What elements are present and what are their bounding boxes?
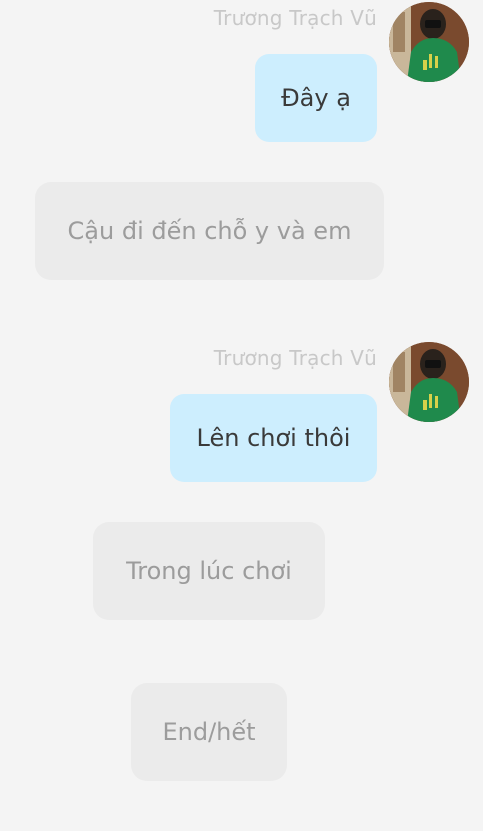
sender-name: Trương Trạch Vũ bbox=[213, 346, 377, 370]
choice-button[interactable]: End/hết bbox=[131, 683, 287, 781]
avatar-photo-icon bbox=[389, 342, 469, 422]
choice-button[interactable]: Trong lúc chơi bbox=[93, 522, 325, 620]
outgoing-message-bubble: Đây ạ bbox=[255, 54, 377, 142]
sender-name: Trương Trạch Vũ bbox=[213, 6, 377, 30]
choice-button[interactable]: Cậu đi đến chỗ y và em bbox=[35, 182, 384, 280]
avatar[interactable] bbox=[389, 342, 469, 422]
avatar-photo-icon bbox=[389, 2, 469, 82]
avatar[interactable] bbox=[389, 2, 469, 82]
outgoing-message-bubble: Lên chơi thôi bbox=[170, 394, 377, 482]
